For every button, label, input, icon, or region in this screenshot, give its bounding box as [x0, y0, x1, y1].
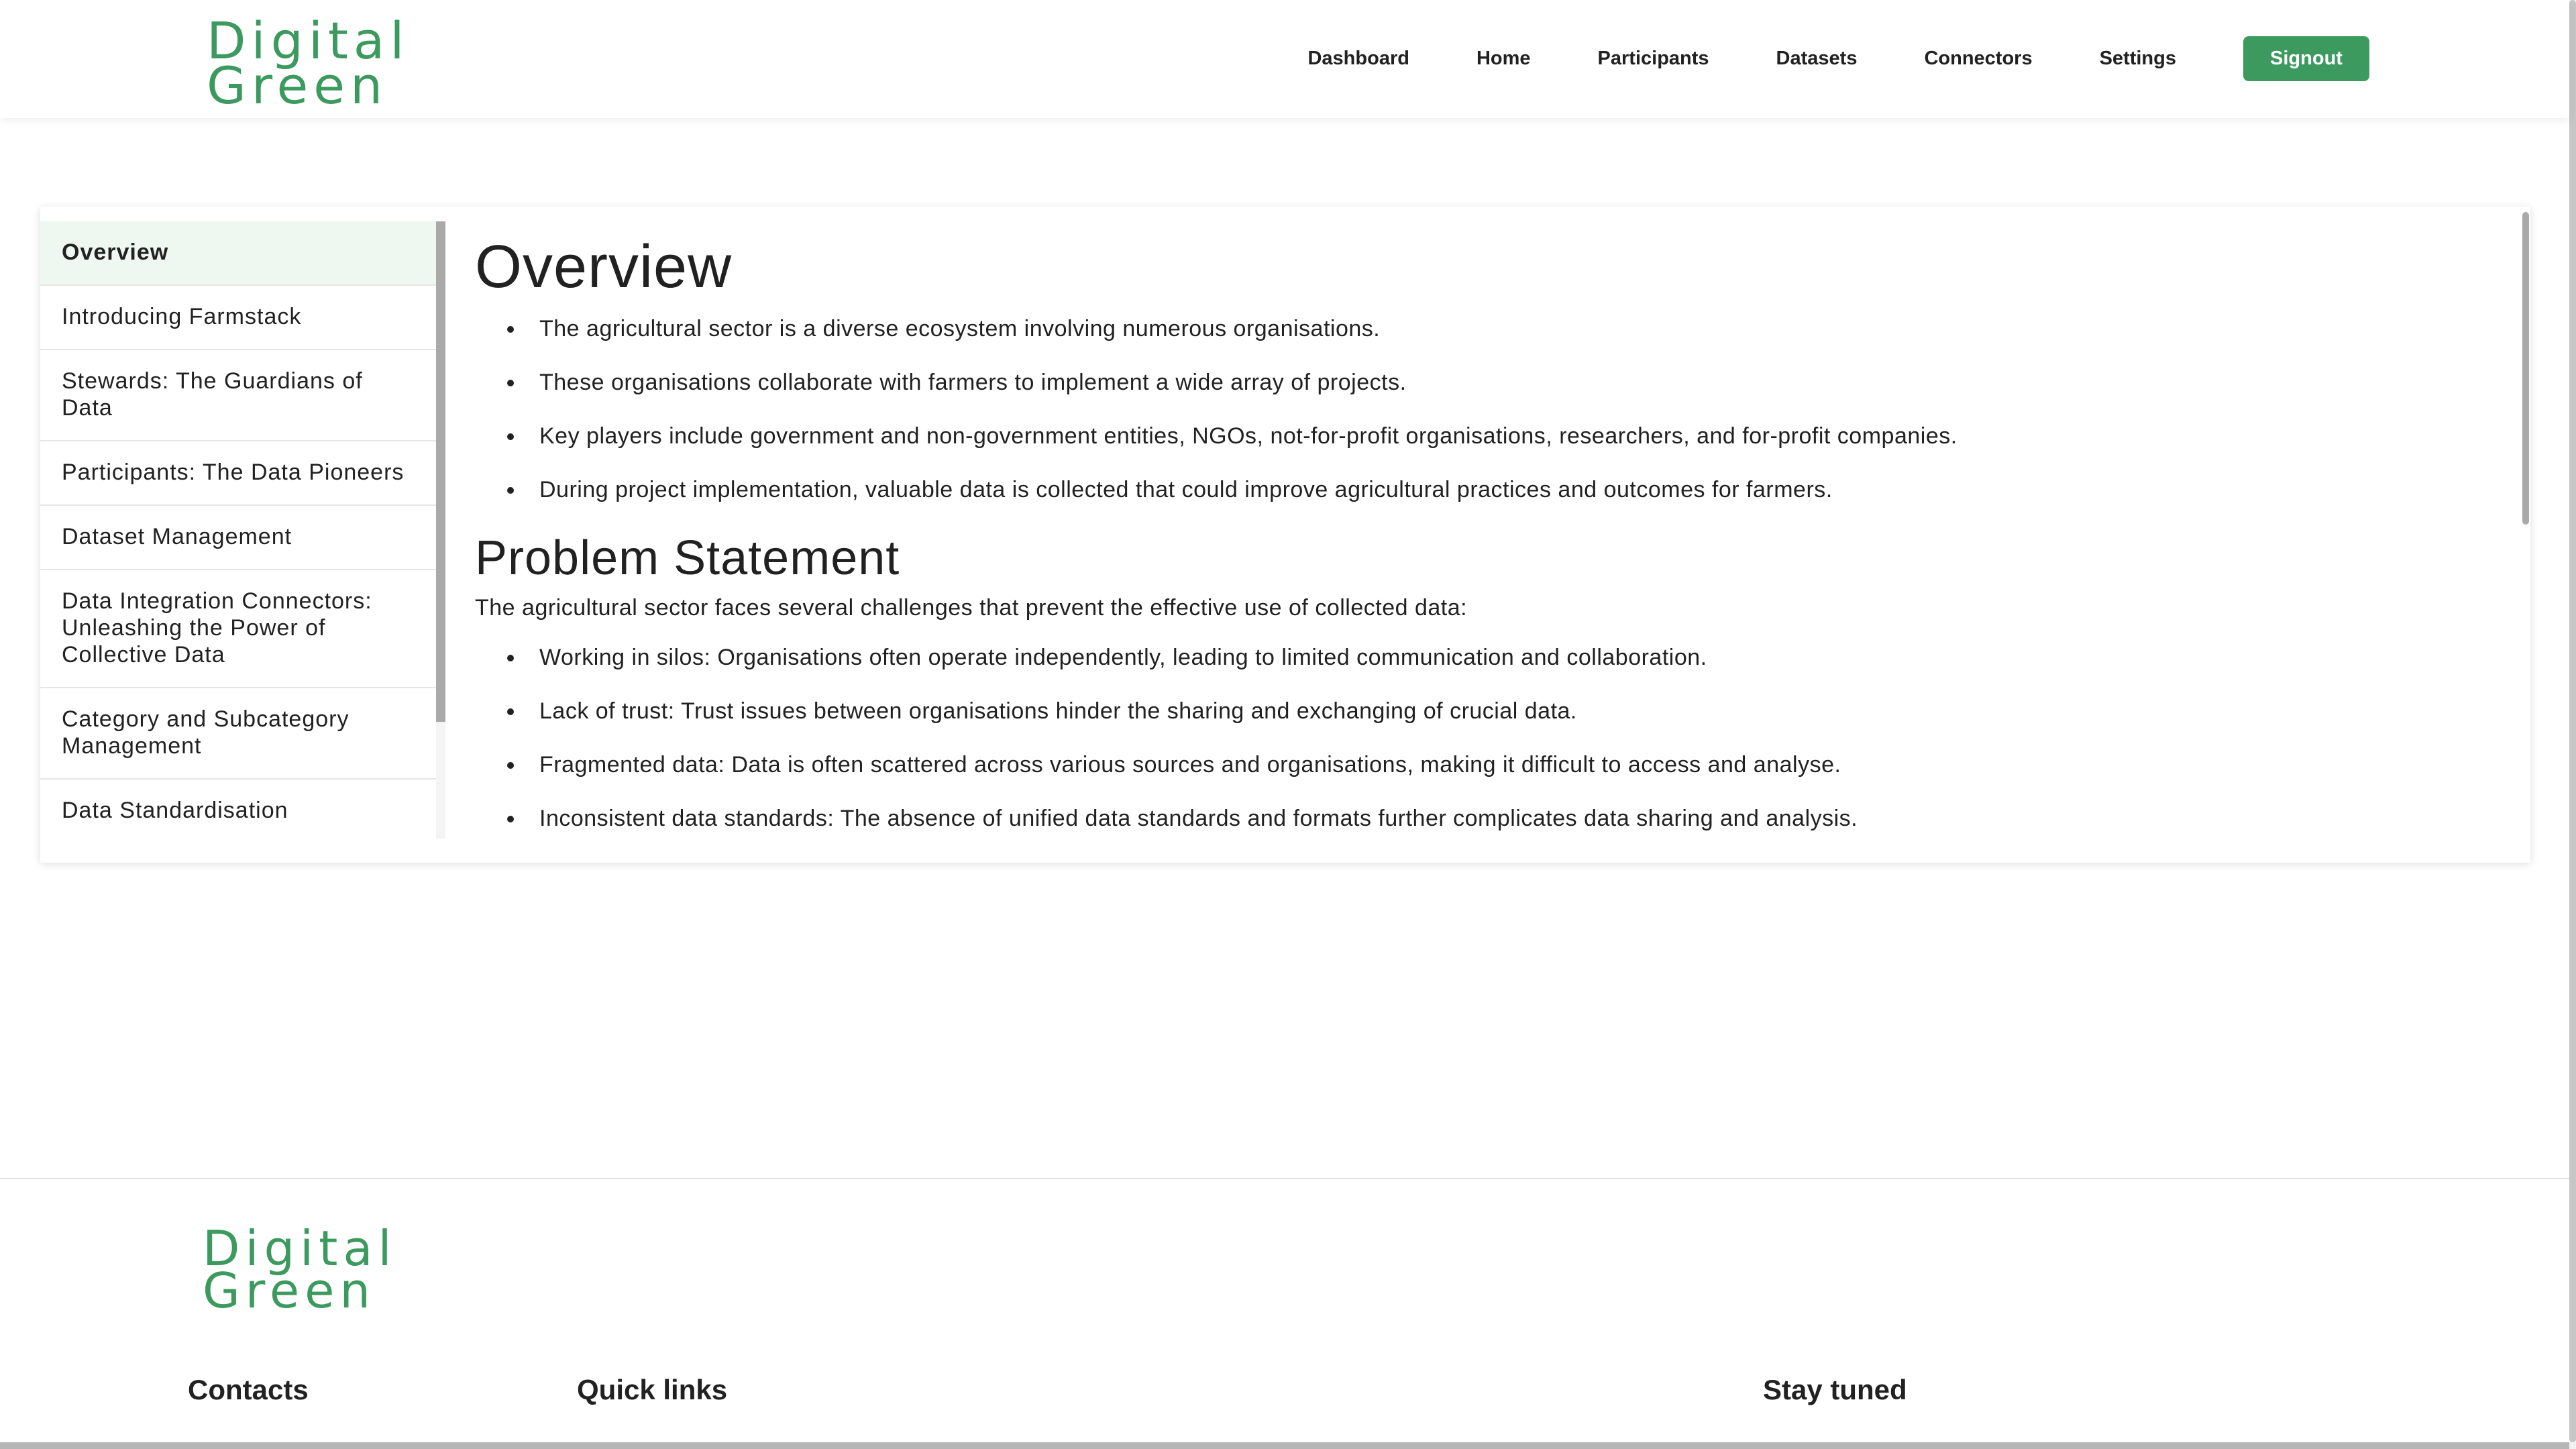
- sidebar-scrollbar-thumb[interactable]: [436, 221, 445, 722]
- sidebar-item-data-standardisation[interactable]: Data Standardisation: [40, 780, 436, 839]
- bullet-icon: [507, 487, 514, 494]
- list-item: Fragmented data: Data is often scattered…: [507, 751, 2487, 778]
- top-header: Digital Green Dashboard Home Participant…: [0, 0, 2569, 118]
- sidebar-item-dataset-management[interactable]: Dataset Management: [40, 506, 436, 570]
- bullet-icon: [507, 708, 514, 715]
- bullet-icon: [507, 326, 514, 333]
- bullet-icon: [507, 816, 514, 822]
- footer-logo-line-2: Green: [203, 1263, 376, 1320]
- nav-connectors[interactable]: Connectors: [1924, 48, 2032, 70]
- list-item: These organisations collaborate with far…: [507, 369, 2487, 396]
- help-sidebar[interactable]: Overview Introducing Farmstack Stewards:…: [40, 221, 436, 839]
- problem-statement-heading: Problem Statement: [475, 531, 900, 585]
- horizontal-scrollbar[interactable]: [0, 1442, 2569, 1449]
- signout-button[interactable]: Signout: [2243, 36, 2369, 81]
- sidebar-item-stewards[interactable]: Stewards: The Guardians of Data: [40, 350, 436, 441]
- footer-logo[interactable]: Digital Green: [203, 1224, 397, 1320]
- content-scrollbar-thumb[interactable]: [2522, 212, 2529, 525]
- nav-dashboard[interactable]: Dashboard: [1307, 48, 1409, 70]
- problem-list: Working in silos: Organisations often op…: [475, 644, 2487, 832]
- nav-settings[interactable]: Settings: [2100, 48, 2176, 70]
- problem-statement-intro: The agricultural sector faces several ch…: [475, 595, 1468, 621]
- footer-contacts-heading: Contacts: [188, 1374, 309, 1405]
- page-footer: Digital Green Contacts Quick links Stay …: [0, 1178, 2569, 1449]
- list-item-text: These organisations collaborate with far…: [539, 370, 1407, 395]
- nav-home[interactable]: Home: [1477, 48, 1531, 70]
- nav-datasets[interactable]: Datasets: [1776, 48, 1858, 70]
- page-scrollbar-thumb[interactable]: [2569, 0, 2576, 1442]
- help-content: Overview The agricultural sector is a di…: [475, 233, 2487, 863]
- list-item-text: Key players include government and non-g…: [539, 423, 1957, 449]
- sidebar-item-data-integration-connectors[interactable]: Data Integration Connectors: Unleashing …: [40, 570, 436, 688]
- footer-stay-tuned-heading: Stay tuned: [1763, 1374, 1907, 1405]
- list-item-text: Inconsistent data standards: The absence…: [539, 806, 1858, 831]
- bullet-icon: [507, 380, 514, 386]
- help-card: Overview Introducing Farmstack Stewards:…: [40, 207, 2530, 863]
- list-item-text: Lack of trust: Trust issues between orga…: [539, 698, 1577, 724]
- footer-quick-links-heading: Quick links: [577, 1374, 728, 1405]
- bullet-icon: [507, 762, 514, 769]
- sidebar-item-category-management[interactable]: Category and Subcategory Management: [40, 688, 436, 780]
- list-item: Key players include government and non-g…: [507, 423, 2487, 449]
- list-item: The agricultural sector is a diverse eco…: [507, 315, 2487, 342]
- header-logo[interactable]: Digital Green: [207, 15, 409, 115]
- list-item: Lack of trust: Trust issues between orga…: [507, 698, 2487, 724]
- sidebar-item-overview[interactable]: Overview: [40, 221, 436, 286]
- list-item: Working in silos: Organisations often op…: [507, 644, 2487, 671]
- main-nav: Dashboard Home Participants Datasets Con…: [1307, 36, 2369, 81]
- logo-line-2: Green: [207, 55, 388, 115]
- list-item-text: During project implementation, valuable …: [539, 477, 1833, 502]
- list-item: During project implementation, valuable …: [507, 476, 2487, 503]
- sidebar-item-participants[interactable]: Participants: The Data Pioneers: [40, 441, 436, 506]
- list-item: Inconsistent data standards: The absence…: [507, 805, 2487, 832]
- bullet-icon: [507, 655, 514, 661]
- nav-participants[interactable]: Participants: [1598, 48, 1709, 70]
- sidebar-item-introducing-farmstack[interactable]: Introducing Farmstack: [40, 286, 436, 350]
- overview-heading: Overview: [475, 233, 733, 301]
- overview-list: The agricultural sector is a diverse eco…: [475, 315, 2487, 503]
- list-item-text: Fragmented data: Data is often scattered…: [539, 752, 1841, 777]
- list-item-text: Working in silos: Organisations often op…: [539, 645, 1707, 670]
- bullet-icon: [507, 433, 514, 440]
- list-item-text: The agricultural sector is a diverse eco…: [539, 316, 1381, 341]
